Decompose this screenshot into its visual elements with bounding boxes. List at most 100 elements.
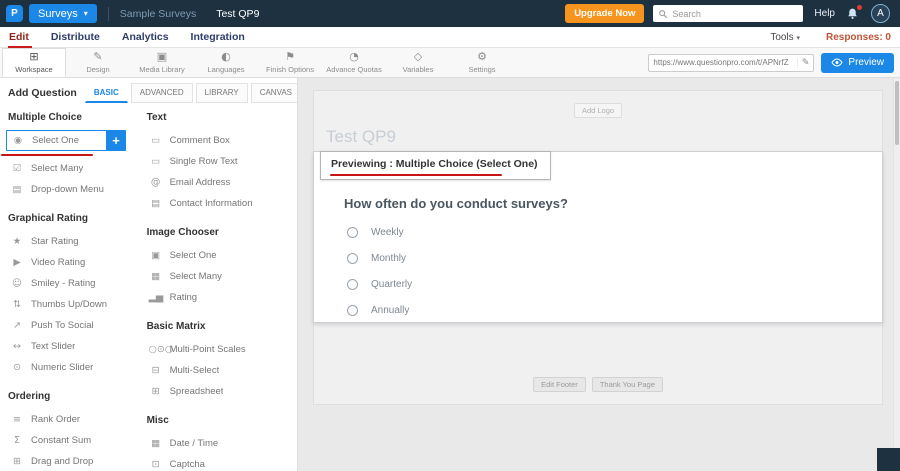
search-box[interactable] [653,5,803,22]
group-header: Ordering [8,391,139,402]
question-type-item[interactable]: ▂▅ Rating + [145,287,291,308]
notifications-bell-icon[interactable] [846,7,859,20]
question-type-label: Push To Social [31,320,94,331]
search-input[interactable] [672,9,798,19]
question-type-icon: ▭ [149,156,163,167]
breadcrumb-folder[interactable]: Sample Surveys [120,8,196,20]
question-type-item[interactable]: ▣ Select One + [145,245,291,266]
questionpro-logo-icon[interactable]: P [6,5,23,22]
toolbar-item[interactable]: ⚑ Finish Options [258,48,322,77]
toolbar-item[interactable]: ◔ Advance Quotas [322,48,386,77]
group-header: Misc [147,415,291,426]
toolbar-item[interactable]: ◇ Variables [386,48,450,77]
survey-url-field[interactable]: ✎ [648,54,814,72]
question-type-label: Rank Order [31,414,80,425]
radio-button-icon[interactable] [347,253,358,264]
question-type-icon: ▂▅ [149,292,163,303]
toolbar-item[interactable]: ✎ Design [66,48,130,77]
upgrade-now-button[interactable]: Upgrade Now [565,4,644,23]
question-type-icon: ▣ [149,250,163,261]
responses-count[interactable]: Responses: 0 [826,32,891,43]
previewing-label: Previewing : Multiple Choice (Select One… [331,158,538,170]
radio-button-icon[interactable] [347,227,358,238]
panel-header: Add Question BASIC ADVANCED LIBRARY CANV… [0,78,297,103]
preview-button[interactable]: Preview [821,53,894,73]
panel-tab[interactable]: LIBRARY [196,83,248,103]
toolbar-item[interactable]: ⊞ Workspace [2,48,66,77]
toolbar-item[interactable]: ⚙ Settings [450,48,514,77]
radio-button-icon[interactable] [347,279,358,290]
question-type-item[interactable]: ▦ Date / Time + [145,433,291,454]
footer-chip-button[interactable]: Edit Footer [533,377,586,392]
tools-label: Tools [770,32,793,43]
question-type-item[interactable]: ⊡ Captcha + [145,454,291,471]
answer-option-row[interactable]: Weekly [347,225,412,239]
question-type-label: Drop-down Menu [31,184,104,195]
radio-button-icon[interactable] [347,305,358,316]
scrollbar[interactable] [893,78,900,471]
answer-option-row[interactable]: Monthly [347,251,412,265]
question-type-item[interactable]: ↗ Push To Social + [6,315,139,336]
question-type-item[interactable]: ▶ Video Rating + [6,252,139,273]
survey-footer-actions: Edit Footer Thank You Page [314,377,882,392]
workspace-toolbar: ⊞ Workspace ✎ Design ▣ Media Library ◐ L… [0,48,900,78]
question-type-item[interactable]: Σ Constant Sum + [6,430,139,451]
toolbar-item[interactable]: ◐ Languages [194,48,258,77]
toolbar-item[interactable]: ▣ Media Library [130,48,194,77]
question-type-item[interactable]: @ Email Address + [145,172,291,193]
breadcrumb-survey-name[interactable]: Test QP9 [216,8,259,20]
survey-url-input[interactable] [653,58,796,67]
toolbar-right: ✎ Preview [648,48,900,77]
toolbar-item-icon: ✎ [93,51,102,63]
add-logo-button[interactable]: Add Logo [574,103,622,118]
answer-option-row[interactable]: Annually [347,303,412,317]
question-type-icon: ☺ [10,278,24,289]
edit-url-pencil-icon[interactable]: ✎ [797,58,810,68]
question-type-item[interactable]: ○⊙○ Multi-Point Scales + [145,339,291,360]
nav-tab[interactable]: Integration [191,31,245,43]
group-header: Text [147,112,291,123]
question-type-item[interactable]: ◉ Select One + [6,130,126,151]
question-type-item[interactable]: ▤ Contact Information + [145,193,291,214]
footer-chip-button[interactable]: Thank You Page [592,377,663,392]
search-icon [658,9,668,19]
group-misc: Misc ▦ Date / Time + ⊡ Captcha + [145,415,291,471]
question-type-icon: ⊟ [149,365,163,376]
question-type-item[interactable]: ▦ Select Many + [145,266,291,287]
feedback-widget[interactable] [877,448,900,471]
question-type-item[interactable]: ⊟ Multi-Select + [145,360,291,381]
question-type-item[interactable]: ★ Star Rating + [6,231,139,252]
question-type-item[interactable]: ⇅ Thumbs Up/Down + [6,294,139,315]
question-type-item[interactable]: ⊞ Spreadsheet + [145,381,291,402]
panel-tab[interactable]: CANVAS [251,83,298,103]
panel-tab[interactable]: ADVANCED [131,83,193,103]
question-type-item[interactable]: ⊙ Numeric Slider + [6,357,139,378]
nav-tab[interactable]: Analytics [122,31,169,43]
question-type-item[interactable]: ▤ Drop-down Menu + [6,179,139,200]
question-type-icon: ▭ [149,135,163,146]
question-type-label: Text Slider [31,341,75,352]
product-switcher-surveys[interactable]: Surveys ▾ [29,4,97,23]
question-type-item[interactable]: ≡ Rank Order + [6,409,139,430]
tools-menu[interactable]: Tools ▾ [770,32,800,43]
avatar[interactable]: A [871,4,890,23]
question-type-item[interactable]: ☺ Smiley - Rating + [6,273,139,294]
nav-tab[interactable]: Edit [9,31,29,43]
question-type-item[interactable]: ▭ Comment Box + [145,130,291,151]
question-text[interactable]: How often do you conduct surveys? [344,196,568,211]
question-type-label: Drag and Drop [31,456,93,467]
add-question-plus-button[interactable]: + [106,130,126,151]
panel-tab[interactable]: BASIC [85,83,128,103]
scrollbar-thumb[interactable] [895,81,899,145]
answer-option-row[interactable]: Quarterly [347,277,412,291]
help-link[interactable]: Help [814,8,835,19]
question-type-item[interactable]: ☑ Select Many + [6,158,139,179]
question-type-item[interactable]: ⊞ Drag and Drop + [6,451,139,471]
survey-title[interactable]: Test QP9 [326,127,396,147]
panel-tabs: BASIC ADVANCED LIBRARY CANVAS [85,83,298,103]
question-type-item[interactable]: ↔ Text Slider + [6,336,139,357]
toolbar-item-label: Languages [207,65,244,74]
question-type-item[interactable]: ▭ Single Row Text + [145,151,291,172]
question-type-label: Date / Time [170,438,219,449]
nav-tab[interactable]: Distribute [51,31,100,43]
